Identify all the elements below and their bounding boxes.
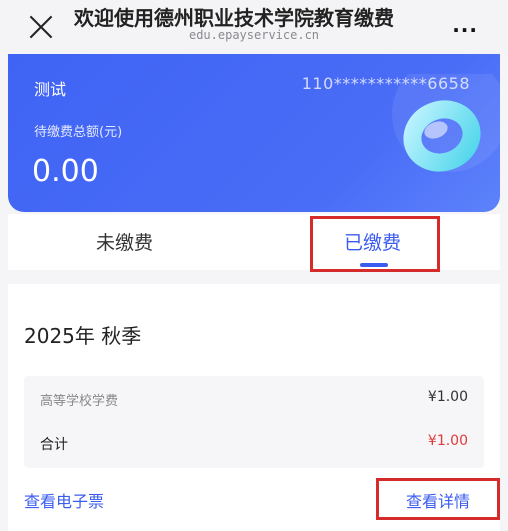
total-label: 合计 [40, 437, 68, 453]
fee-amount: ¥1.00 [427, 389, 468, 405]
highlight-box-detail [376, 478, 500, 520]
fee-summary: 高等学校学费 ¥1.00 合计 ¥1.00 [24, 376, 484, 468]
season-title: 2025年 秋季 [24, 324, 142, 348]
amount-label: 待缴费总额(元) [34, 125, 123, 140]
payment-page: 欢迎使用德州职业技术学院教育缴费 edu.epayservice.cn ··· … [0, 0, 508, 531]
fee-name: 高等学校学费 [40, 394, 119, 409]
amount-value: 0.00 [32, 154, 99, 189]
view-invoice-link[interactable]: 查看电子票 [24, 488, 104, 512]
tab-unpaid[interactable]: 未缴费 [96, 228, 153, 255]
more-icon[interactable]: ··· [452, 18, 478, 42]
highlight-box-paid-tab [310, 216, 440, 272]
student-name: 测试 [34, 80, 67, 99]
total-amount: ¥1.00 [427, 433, 468, 449]
account-card: 测试 110***********6658 待缴费总额(元) 0.00 [8, 54, 500, 212]
page-url: edu.epayservice.cn [188, 28, 320, 42]
top-bar: 欢迎使用德州职业技术学院教育缴费 edu.epayservice.cn ··· [0, 0, 508, 54]
decorative-ring-icon [392, 74, 500, 172]
